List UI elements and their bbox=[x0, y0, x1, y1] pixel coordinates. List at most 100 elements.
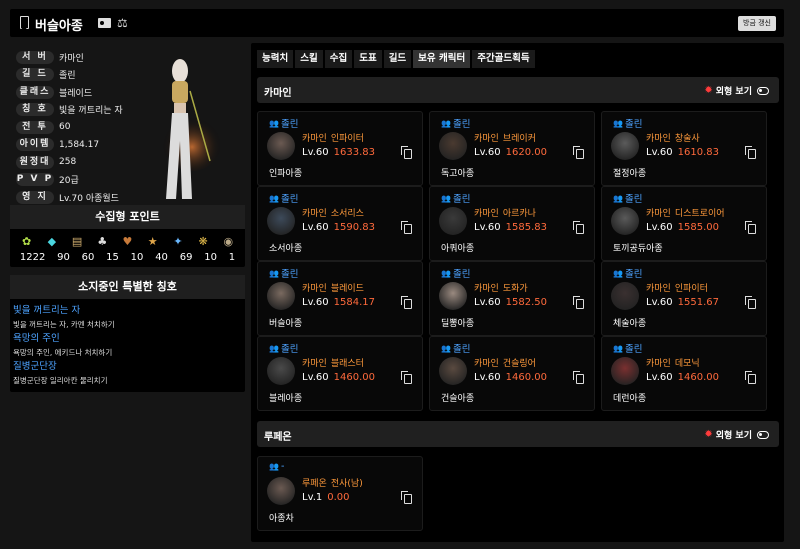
mokoko-icon: ♣ bbox=[97, 235, 108, 248]
item-level: 1585.00 bbox=[677, 222, 719, 233]
level-label: Lv.60 bbox=[646, 372, 673, 383]
top-bar: 버슬아종 ⚖ 방금 갱신 bbox=[10, 9, 784, 37]
appearance-toggle[interactable]: ✹ 외형 보기 bbox=[704, 428, 769, 441]
copy-icon[interactable] bbox=[573, 371, 584, 384]
toggle-icon[interactable] bbox=[757, 430, 769, 439]
copy-icon[interactable] bbox=[573, 221, 584, 234]
tab-5[interactable]: 보유 캐릭터 bbox=[413, 50, 471, 68]
collection-icons: ✿ ◆ ▤ ♣ ♥ ★ ✦ ❋ ◉ bbox=[10, 229, 245, 249]
profile-row: 서 버 카마인 bbox=[16, 50, 84, 64]
server-label: 루페온 bbox=[302, 479, 327, 489]
server-label: 카마인 bbox=[302, 134, 327, 144]
avatar bbox=[267, 207, 295, 235]
copy-icon[interactable] bbox=[401, 221, 412, 234]
item-level: 1582.50 bbox=[505, 297, 547, 308]
tab-2[interactable]: 수집 bbox=[324, 50, 353, 68]
class-label: 블레이드 bbox=[330, 284, 364, 294]
item-level: 0.00 bbox=[327, 492, 350, 503]
people-icon: 👥 bbox=[441, 268, 451, 278]
character-name: 토끼공듀아종 bbox=[613, 244, 663, 254]
character-name: 인파아종 bbox=[269, 169, 303, 179]
level-row: Lv.60 1551.67 bbox=[646, 297, 719, 308]
avatar bbox=[611, 207, 639, 235]
people-icon: 👥 bbox=[269, 268, 279, 278]
copy-icon[interactable] bbox=[401, 491, 412, 504]
copy-icon[interactable] bbox=[745, 371, 756, 384]
copy-icon[interactable] bbox=[401, 296, 412, 309]
profile-label: P V P bbox=[16, 173, 54, 186]
level-row: Lv.60 1585.00 bbox=[646, 222, 719, 233]
refresh-button[interactable]: 방금 갱신 bbox=[738, 16, 776, 31]
server-class-row: 카마인 데모닉 bbox=[646, 356, 700, 369]
guild-row: 👥 졸린 bbox=[269, 116, 298, 131]
tab-0[interactable]: 능력치 bbox=[257, 50, 294, 68]
item-level: 1551.67 bbox=[677, 297, 719, 308]
class-label: 아르카나 bbox=[502, 209, 536, 219]
level-row: Lv.60 1460.00 bbox=[646, 372, 719, 383]
level-label: Lv.60 bbox=[302, 147, 329, 158]
collection-value: 40 bbox=[155, 252, 168, 263]
bookmark-icon[interactable] bbox=[20, 16, 29, 29]
profile-label: 영 지 bbox=[16, 190, 54, 204]
copy-icon[interactable] bbox=[401, 371, 412, 384]
copy-icon[interactable] bbox=[401, 146, 412, 159]
class-label: 창술사 bbox=[674, 134, 700, 144]
character-card[interactable]: 👥 졸린 카마인 도화가 Lv.60 1582.50 딜뽕아종 bbox=[429, 261, 595, 336]
level-row: Lv.60 1460.00 bbox=[474, 372, 547, 383]
character-card[interactable]: 👥 졸린 카마인 데모닉 Lv.60 1460.00 데런아종 bbox=[601, 336, 767, 411]
level-label: Lv.60 bbox=[474, 147, 501, 158]
level-label: Lv.60 bbox=[474, 372, 501, 383]
guild-name: 졸린 bbox=[624, 344, 643, 355]
server-class-row: 카마인 건슬링어 bbox=[474, 356, 536, 369]
special-titles-title: 소지중인 특별한 칭호 bbox=[10, 275, 245, 299]
server-section-lupeon: 루페온 ✹ 외형 보기 👥 - 루페온 전사(남) Lv.1 0.00 아종차 bbox=[257, 421, 779, 531]
guild-row: 👥 - bbox=[269, 461, 284, 472]
tab-4[interactable]: 길드 bbox=[383, 50, 412, 68]
character-card[interactable]: 👥 졸린 카마인 소서리스 Lv.60 1590.83 소서아종 bbox=[257, 186, 423, 261]
character-card[interactable]: 👥 졸린 카마인 디스트로이어 Lv.60 1585.00 토끼공듀아종 bbox=[601, 186, 767, 261]
server-label: 카마인 bbox=[646, 284, 671, 294]
id-card-icon[interactable] bbox=[98, 18, 111, 28]
character-card[interactable]: 👥 졸린 카마인 건슬링어 Lv.60 1460.00 건슬아종 bbox=[429, 336, 595, 411]
avatar bbox=[267, 132, 295, 160]
avatar bbox=[439, 282, 467, 310]
appearance-toggle[interactable]: ✹ 외형 보기 bbox=[704, 84, 769, 97]
tab-3[interactable]: 도표 bbox=[354, 50, 382, 68]
server-label: 카마인 bbox=[302, 284, 327, 294]
class-label: 건슬링어 bbox=[502, 359, 536, 369]
copy-icon[interactable] bbox=[745, 146, 756, 159]
profile-row: 길 드 졸린 bbox=[16, 68, 76, 82]
character-card[interactable]: 👥 졸린 카마인 블레이드 Lv.60 1584.17 버슬아종 bbox=[257, 261, 423, 336]
avatar bbox=[267, 357, 295, 385]
character-card[interactable]: 👥 졸린 카마인 인파이터 Lv.60 1551.67 체술아종 bbox=[601, 261, 767, 336]
collection-value: 1222 bbox=[19, 252, 46, 263]
avatar bbox=[439, 207, 467, 235]
people-icon: 👥 bbox=[613, 193, 623, 203]
character-name: 블레아종 bbox=[269, 394, 303, 404]
copy-icon[interactable] bbox=[573, 146, 584, 159]
server-class-row: 루페온 전사(남) bbox=[302, 476, 363, 489]
character-card[interactable]: 👥 졸린 카마인 브레이커 Lv.60 1620.00 독고아종 bbox=[429, 111, 595, 186]
copy-icon[interactable] bbox=[573, 296, 584, 309]
character-card[interactable]: 👥 졸린 카마인 창술사 Lv.60 1610.83 절정아종 bbox=[601, 111, 767, 186]
server-class-row: 카마인 창술사 bbox=[646, 131, 700, 144]
toggle-icon[interactable] bbox=[757, 86, 769, 95]
scale-icon[interactable]: ⚖ bbox=[117, 16, 131, 30]
level-label: Lv.60 bbox=[302, 222, 329, 233]
item-level: 1585.83 bbox=[505, 222, 547, 233]
server-header: 루페온 ✹ 외형 보기 bbox=[257, 421, 779, 447]
guild-row: 👥 졸린 bbox=[613, 266, 642, 281]
appearance-label: 외형 보기 bbox=[715, 431, 752, 441]
character-card[interactable]: 👥 졸린 카마인 블래스터 Lv.60 1460.00 블레아종 bbox=[257, 336, 423, 411]
character-card[interactable]: 👥 졸린 카마인 인파이터 Lv.60 1633.83 인파아종 bbox=[257, 111, 423, 186]
guild-name: 졸린 bbox=[452, 269, 471, 280]
profile-value: 빛을 꺼트리는 자 bbox=[59, 106, 123, 116]
people-icon: 👥 bbox=[441, 343, 451, 353]
copy-icon[interactable] bbox=[745, 221, 756, 234]
tab-1[interactable]: 스킬 bbox=[295, 50, 323, 68]
class-label: 도화가 bbox=[502, 284, 528, 294]
character-card[interactable]: 👥 - 루페온 전사(남) Lv.1 0.00 아종차 bbox=[257, 456, 423, 531]
character-card[interactable]: 👥 졸린 카마인 아르카나 Lv.60 1585.83 아쿼아종 bbox=[429, 186, 595, 261]
tab-6[interactable]: 주간골드획득 bbox=[472, 50, 535, 68]
copy-icon[interactable] bbox=[745, 296, 756, 309]
